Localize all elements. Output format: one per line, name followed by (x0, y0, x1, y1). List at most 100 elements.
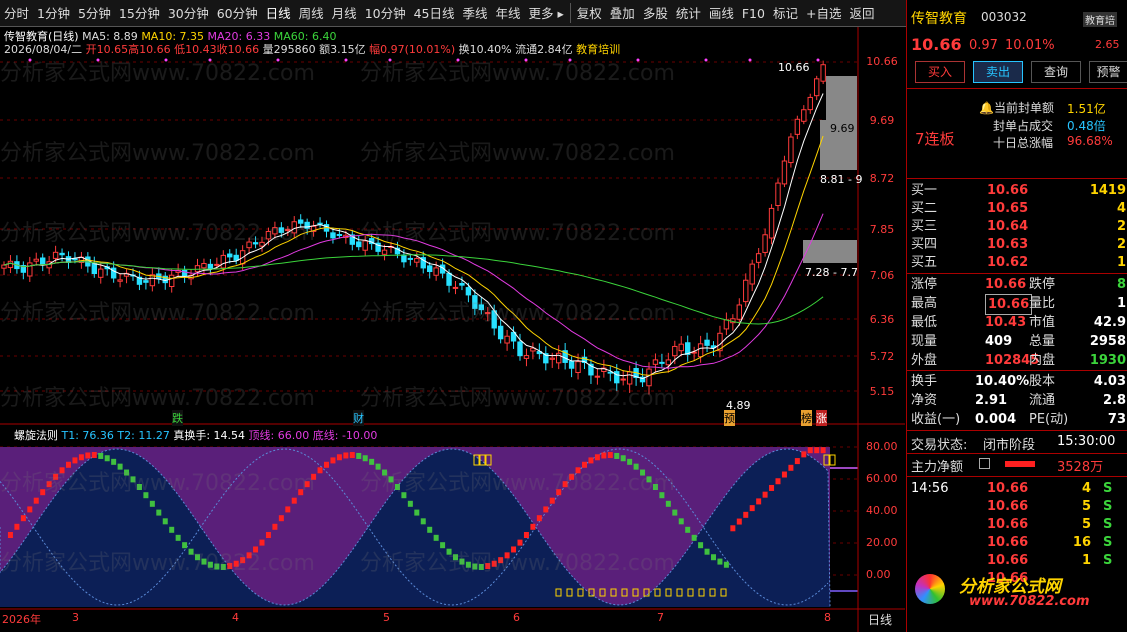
osc-bar (136, 483, 142, 490)
osc-bar (207, 561, 213, 568)
osc-bar (201, 558, 207, 565)
query-button[interactable]: 查询 (1031, 61, 1081, 83)
candle-body (52, 251, 59, 259)
candle-body (594, 375, 601, 378)
osc-bar (265, 532, 271, 539)
osc-bar (601, 452, 607, 459)
candle-body (117, 279, 123, 282)
order-book-row[interactable]: 买一 10.66 1419 (907, 181, 1127, 200)
quote-value: 2958 (1089, 334, 1126, 349)
osc-bar (769, 484, 775, 491)
tab-period-0[interactable]: 分时 (0, 0, 33, 27)
tab-period-7[interactable]: 周线 (295, 0, 328, 27)
tab-period-3[interactable]: 15分钟 (115, 0, 164, 27)
tab-period-8[interactable]: 月线 (328, 0, 361, 27)
candle-body (665, 359, 672, 366)
quote-row: 现量 409 总量 2958 (907, 332, 1127, 351)
candle-body (659, 361, 665, 364)
seal-ratio-value: 0.48倍 (1067, 119, 1106, 133)
osc-bar (188, 548, 194, 555)
tab-period-10[interactable]: 45日线 (410, 0, 459, 27)
candle-body (33, 258, 39, 262)
add-favorite-button[interactable]: +自选 (802, 0, 845, 27)
back-button[interactable]: 返回 (845, 0, 878, 27)
signal-dot (276, 58, 280, 62)
quote-label: 外盘 (911, 353, 938, 368)
alert-button[interactable]: 预警 (1089, 61, 1127, 83)
kline-chart[interactable] (0, 27, 905, 632)
osc-bar (794, 458, 800, 465)
draw-button[interactable]: 画线 (705, 0, 738, 27)
tick-volume: 4 (1081, 481, 1091, 496)
osc-bar (485, 563, 491, 570)
osc-bar (717, 558, 723, 565)
ten-day-label: 十日总涨幅 (993, 136, 1054, 150)
stats-button[interactable]: 统计 (672, 0, 705, 27)
adjust-button[interactable]: 复权 (573, 0, 606, 27)
multi-stock-button[interactable]: 多股 (639, 0, 672, 27)
signal-dot (456, 58, 460, 62)
divider (907, 178, 1127, 179)
list-icon[interactable] (979, 458, 990, 469)
fin-label: 收益(一) (911, 412, 961, 427)
brand-logo: 分析家公式网 www.70822.com (915, 572, 1121, 628)
candle-body (98, 268, 104, 278)
event-mark[interactable]: 跌 (172, 410, 183, 426)
tab-period-12[interactable]: 年线 (492, 0, 525, 27)
osc-bar (659, 492, 665, 499)
brand-url: www.70822.com (969, 594, 1090, 609)
tab-period-9[interactable]: 10分钟 (361, 0, 410, 27)
tab-period-6[interactable]: 日线 (262, 0, 295, 27)
osc-bar (227, 563, 233, 570)
price-tick: 5.72 (869, 350, 895, 363)
candle-body (59, 252, 65, 256)
osc-tick: 20.00 (866, 536, 898, 549)
more-menu-button[interactable]: 更多 ▸ (525, 0, 568, 27)
sell-button[interactable]: 卖出 (973, 61, 1023, 83)
f10-button[interactable]: F10 (738, 0, 769, 27)
order-book-row[interactable]: 买三 10.64 2 (907, 217, 1127, 236)
tab-period-11[interactable]: 季线 (459, 0, 492, 27)
candle-body (227, 253, 233, 258)
candle-body (465, 287, 472, 296)
osc-bar (582, 461, 587, 468)
order-book-row[interactable]: 买二 10.65 4 (907, 199, 1127, 218)
osc-tick: 40.00 (866, 504, 898, 517)
osc-bar (633, 463, 639, 470)
ma-lines (3, 93, 824, 380)
event-mark[interactable]: 预 (724, 410, 735, 426)
tab-period-1[interactable]: 1分钟 (33, 0, 74, 27)
overlay-button[interactable]: 叠加 (606, 0, 639, 27)
level-label: 买四 (911, 237, 938, 252)
buy-button[interactable]: 买入 (915, 61, 965, 83)
candle-body (672, 345, 678, 357)
tab-period-5[interactable]: 60分钟 (213, 0, 262, 27)
order-book-row[interactable]: 买四 10.63 2 (907, 235, 1127, 254)
quote-label: 最高 (911, 296, 938, 311)
candle-body (220, 254, 227, 269)
divider (907, 273, 1127, 274)
high-annotation: 10.66 (778, 61, 810, 74)
mark-button[interactable]: 标记 (769, 0, 802, 27)
tab-period-2[interactable]: 5分钟 (74, 0, 115, 27)
fin-label: 换手 (911, 374, 938, 389)
sector-tag[interactable]: 教育培 (1083, 12, 1117, 27)
bar-turnover: 换10.40% (458, 43, 512, 56)
event-mark[interactable]: 榜 (801, 410, 812, 426)
osc-bar (59, 467, 65, 474)
trade-status-value: 闭市阶段 (983, 438, 1036, 453)
bar-date: 2026/08/04/二 (4, 43, 83, 56)
quote-value: 10.66 (985, 277, 1027, 292)
osc-bar (691, 534, 697, 541)
osc-bar (27, 506, 33, 513)
event-mark[interactable]: 财 (353, 410, 364, 426)
osc-bar (543, 506, 549, 513)
osc-bar (620, 455, 626, 462)
event-mark[interactable]: 涨 (816, 410, 827, 426)
candle-body (652, 359, 659, 365)
order-book-row[interactable]: 买五 10.62 1 (907, 253, 1127, 272)
tab-period-4[interactable]: 30分钟 (164, 0, 213, 27)
level-label: 买一 (911, 183, 938, 198)
osc-bar (20, 515, 26, 522)
period-indicator[interactable]: 日线 (868, 611, 892, 628)
